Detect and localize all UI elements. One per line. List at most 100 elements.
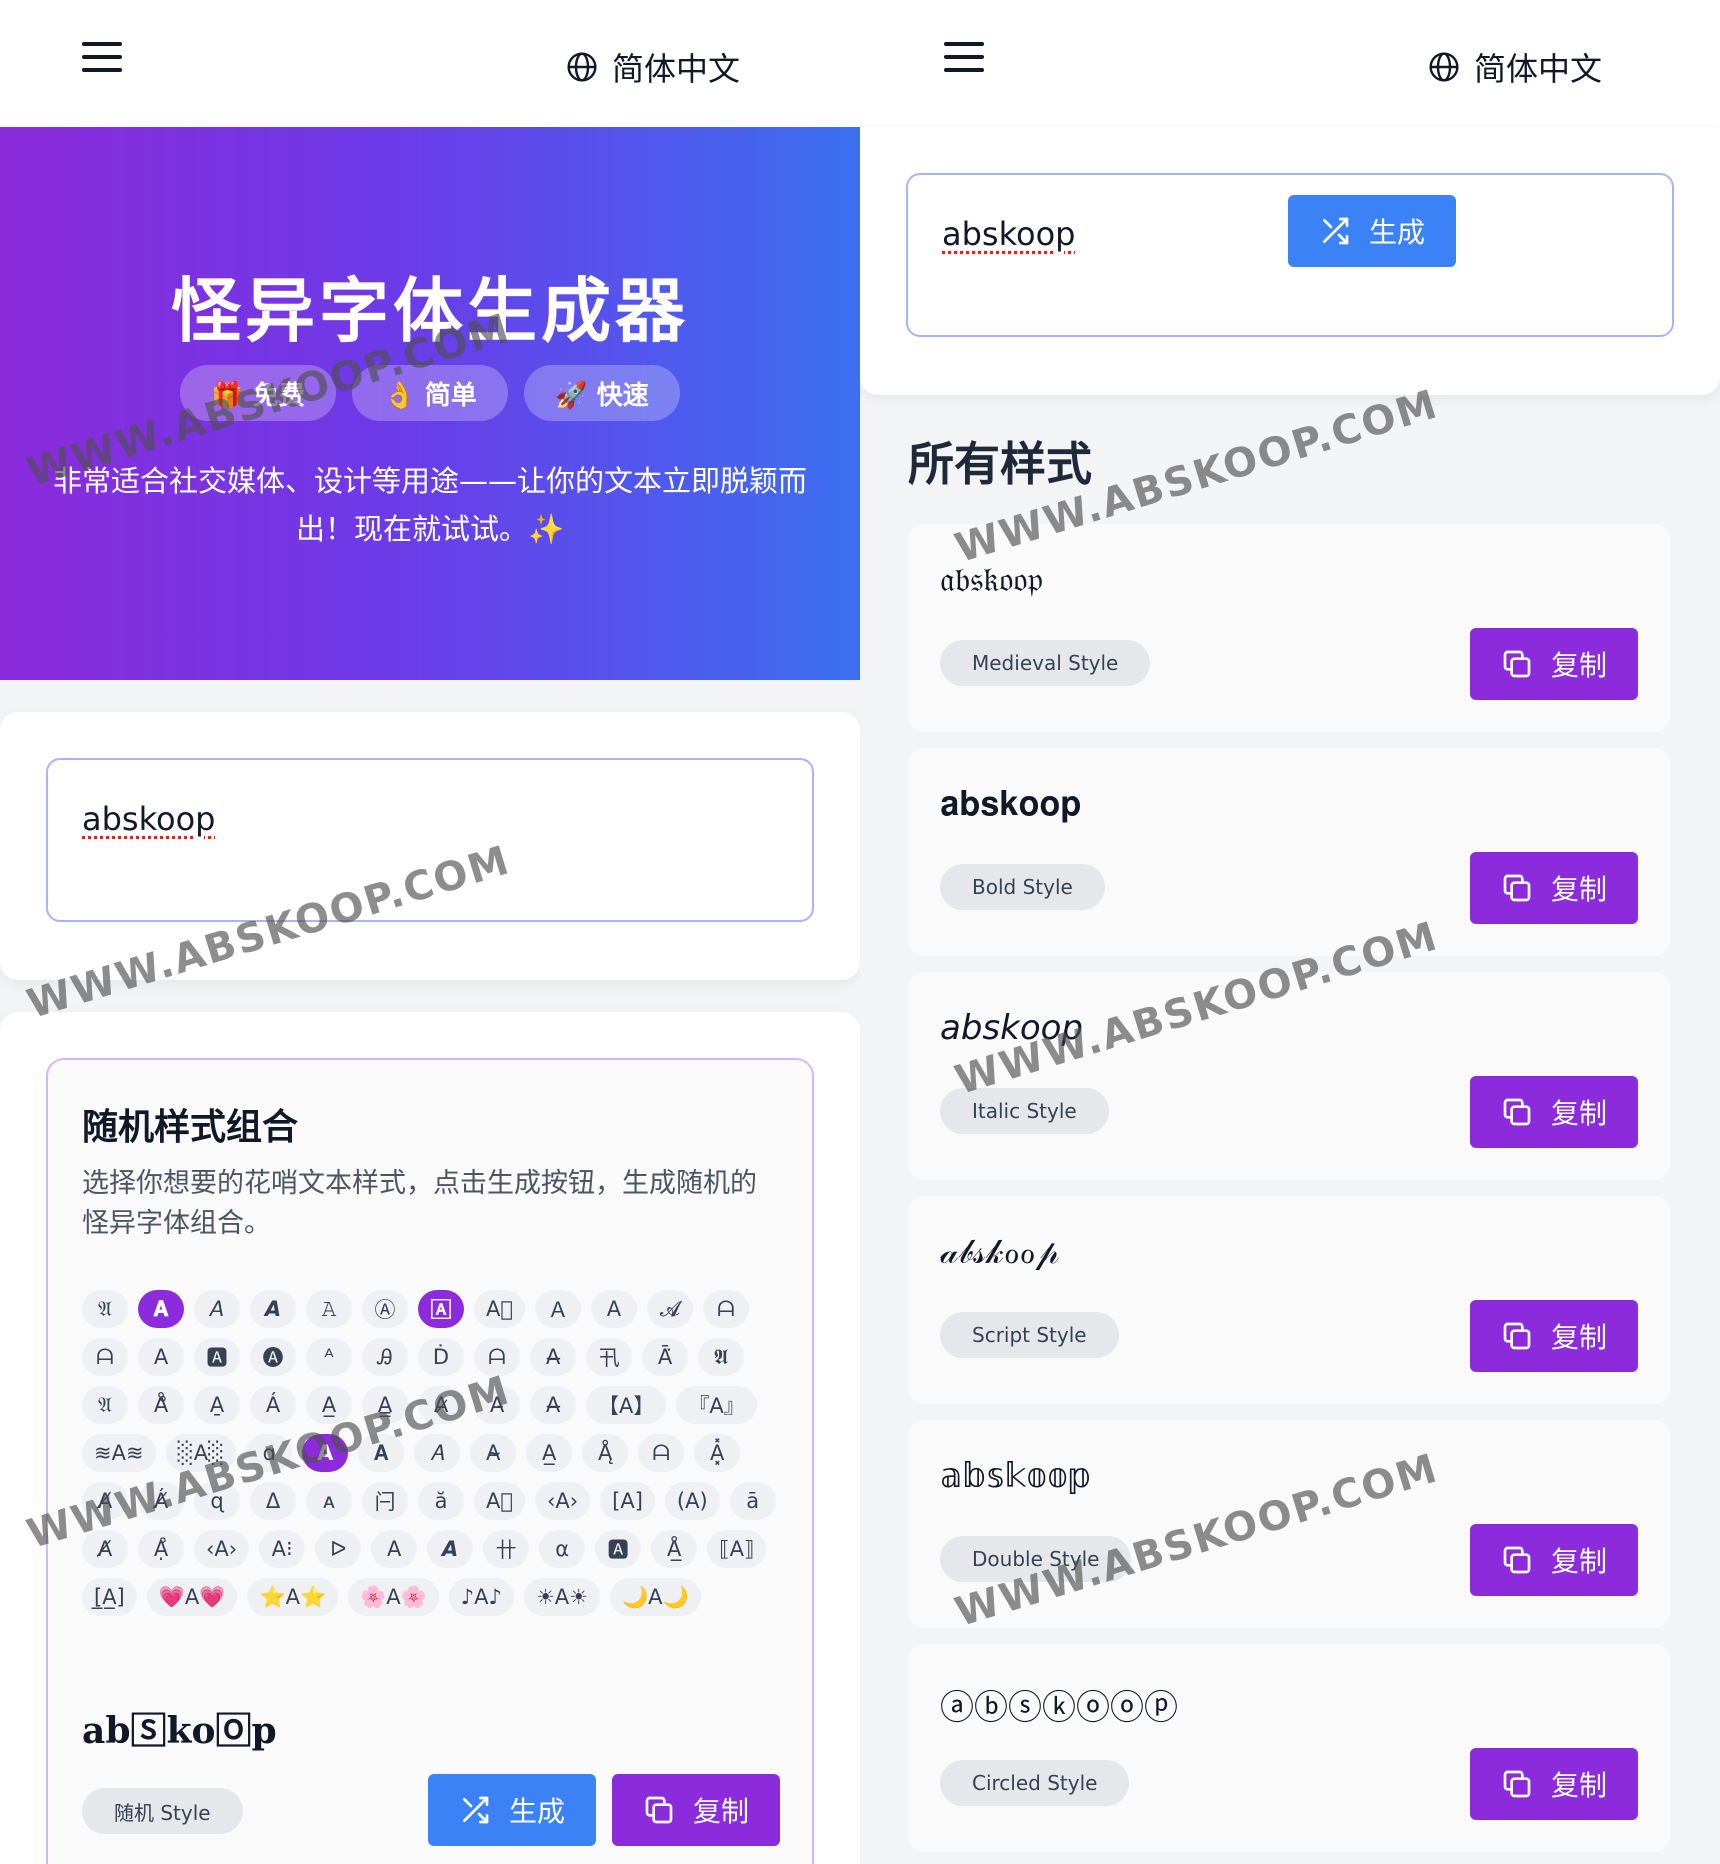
language-selector[interactable]: 简体中文 bbox=[1428, 44, 1602, 90]
copy-icon bbox=[1503, 1770, 1531, 1798]
style-chip[interactable]: Ⓐ bbox=[362, 1290, 408, 1328]
style-chip[interactable]: Á̸ bbox=[138, 1482, 184, 1520]
style-chip[interactable]: A̷ bbox=[418, 1386, 464, 1424]
style-chip[interactable]: ᗩ bbox=[702, 1290, 749, 1328]
copy-button[interactable]: 复制 bbox=[1470, 1076, 1638, 1148]
style-chip[interactable]: ░A░ bbox=[165, 1434, 237, 1472]
style-chip[interactable]: 𝔄 bbox=[82, 1386, 128, 1424]
style-chip[interactable]: ‹A› bbox=[534, 1482, 591, 1520]
style-chip[interactable]: ᴀ bbox=[306, 1482, 352, 1520]
hamburger-menu-icon[interactable] bbox=[944, 42, 986, 74]
style-chip[interactable]: [A] bbox=[600, 1482, 655, 1520]
style-chip[interactable]: Δ bbox=[250, 1482, 296, 1520]
generate-button[interactable]: 生成 bbox=[1288, 195, 1456, 267]
style-chip[interactable]: A̶ bbox=[530, 1386, 576, 1424]
style-chip[interactable]: 【A】 bbox=[586, 1386, 667, 1424]
copy-button[interactable]: 复制 bbox=[1470, 1748, 1638, 1820]
style-chip[interactable]: 𝓐 bbox=[646, 1290, 693, 1328]
style-chip[interactable]: A bbox=[371, 1530, 418, 1568]
style-chip[interactable]: α bbox=[539, 1530, 586, 1568]
style-chip[interactable]: ‹A› bbox=[194, 1530, 250, 1568]
random-style-section: 随机样式组合 选择你想要的花哨文本样式，点击生成按钮，生成随机的怪异字体组合。 … bbox=[46, 1058, 814, 1864]
style-chip[interactable]: ɑ bbox=[246, 1434, 293, 1472]
copy-button[interactable]: 复制 bbox=[1470, 1300, 1638, 1372]
style-chip[interactable]: ᗩ bbox=[638, 1434, 685, 1472]
style-chip[interactable]: A⁝ bbox=[259, 1530, 306, 1568]
style-chip[interactable]: A bbox=[138, 1338, 184, 1376]
style-chip[interactable]: Ａ bbox=[534, 1290, 581, 1328]
style-sample-text: 𝘢𝘣𝘴𝘬𝘰𝘰𝘱 bbox=[940, 1008, 1084, 1048]
style-chip[interactable]: A̵ bbox=[474, 1386, 520, 1424]
style-chip[interactable]: A͓̽ bbox=[694, 1434, 741, 1472]
style-chip[interactable]: Ḋ bbox=[418, 1338, 464, 1376]
style-chip[interactable]: A̴ bbox=[470, 1434, 517, 1472]
style-card: ⓐⓑⓢⓚⓞⓞⓟ Circled Style 复制 bbox=[908, 1644, 1670, 1852]
style-card: 𝘢𝘣𝘴𝘬𝘰𝘰𝘱 Italic Style 复制 bbox=[908, 972, 1670, 1180]
style-chip[interactable]: (A) bbox=[664, 1482, 720, 1520]
text-input[interactable]: abskoop bbox=[46, 758, 814, 922]
style-chip[interactable]: A⃨ bbox=[474, 1482, 525, 1520]
style-chip[interactable]: A̲ bbox=[526, 1434, 573, 1472]
style-chip[interactable]: 𝘈 bbox=[194, 1290, 240, 1328]
random-style-tag: 随机 Style bbox=[82, 1788, 243, 1834]
style-chip[interactable]: [̲A̲] bbox=[82, 1578, 137, 1616]
style-chip[interactable]: 𝘼 bbox=[427, 1530, 474, 1568]
style-chip[interactable]: 𝕬 bbox=[698, 1338, 744, 1376]
style-chip[interactable]: 🅐 bbox=[250, 1338, 296, 1376]
copy-button[interactable]: 复制 bbox=[1470, 1524, 1638, 1596]
style-chip[interactable]: ⟦A⟧ bbox=[707, 1530, 767, 1568]
shuffle-icon bbox=[1322, 217, 1349, 245]
language-selector[interactable]: 简体中文 bbox=[566, 44, 740, 90]
style-chip[interactable]: ᐅ bbox=[315, 1530, 362, 1568]
style-chip[interactable]: Ạ̊ bbox=[138, 1530, 184, 1568]
copy-button[interactable]: 复制 bbox=[1470, 628, 1638, 700]
style-chip[interactable]: ≋A≋ bbox=[82, 1434, 156, 1472]
style-chip[interactable]: 🌸A🌸 bbox=[348, 1578, 439, 1616]
style-chip[interactable]: 𝔄 bbox=[82, 1290, 128, 1328]
style-chip[interactable]: ă bbox=[418, 1482, 464, 1520]
hamburger-menu-icon[interactable] bbox=[82, 42, 124, 74]
style-chip[interactable]: A bbox=[302, 1434, 349, 1472]
generate-button[interactable]: 生成 bbox=[428, 1774, 596, 1846]
copy-button[interactable]: 复制 bbox=[1470, 852, 1638, 924]
style-chip[interactable]: 🅰 bbox=[595, 1530, 642, 1568]
style-chip[interactable]: ⭐A⭐ bbox=[247, 1578, 339, 1616]
style-chip[interactable]: A̸ bbox=[82, 1482, 128, 1520]
style-chip[interactable]: ᗩ bbox=[82, 1338, 128, 1376]
style-chip[interactable]: 『A』 bbox=[676, 1386, 757, 1424]
style-chip[interactable]: 卄 bbox=[483, 1530, 530, 1568]
style-chip[interactable]: 🄰 bbox=[418, 1290, 464, 1328]
style-chip[interactable]: 𝐀 bbox=[358, 1434, 405, 1472]
style-chip[interactable]: A⃞ bbox=[474, 1290, 525, 1328]
style-chip[interactable]: 💗A💗 bbox=[146, 1578, 238, 1616]
style-chip[interactable]: Ą̊ bbox=[582, 1434, 629, 1472]
random-section-title: 随机样式组合 bbox=[82, 1107, 299, 1148]
style-chip[interactable]: 𝘼 bbox=[250, 1290, 296, 1328]
style-chip[interactable]: 🌙A🌙 bbox=[609, 1578, 701, 1616]
style-chip[interactable]: 卂 bbox=[586, 1338, 632, 1376]
style-chip[interactable]: 𝙰 bbox=[306, 1290, 352, 1328]
style-chip[interactable]: Á bbox=[250, 1386, 296, 1424]
badge-free: 🎁 免费 bbox=[180, 365, 336, 421]
style-chip[interactable]: 🅰 bbox=[194, 1338, 240, 1376]
style-chip[interactable]: Ā̈ bbox=[642, 1338, 688, 1376]
style-chip[interactable]: 𝐴 bbox=[414, 1434, 461, 1472]
style-chip[interactable]: ɋ bbox=[194, 1482, 240, 1520]
style-chip[interactable]: A̸ bbox=[82, 1530, 128, 1568]
style-chip[interactable]: Å̊ bbox=[138, 1386, 184, 1424]
style-chip[interactable]: ᴬ bbox=[306, 1338, 352, 1376]
style-chip[interactable]: A̳ bbox=[362, 1386, 408, 1424]
style-chip[interactable]: Ꭿ bbox=[362, 1338, 408, 1376]
style-chip[interactable]: Å̲ bbox=[651, 1530, 698, 1568]
style-chip[interactable]: A̱ bbox=[194, 1386, 240, 1424]
copy-button[interactable]: 复制 bbox=[612, 1774, 780, 1846]
style-chip[interactable]: 𝖠 bbox=[590, 1290, 637, 1328]
style-chip[interactable]: 𝐀 bbox=[138, 1290, 184, 1328]
style-chip[interactable]: A̲ bbox=[306, 1386, 352, 1424]
style-chip[interactable]: ᗩ bbox=[474, 1338, 520, 1376]
style-chip[interactable]: ♪A♪ bbox=[448, 1578, 514, 1616]
style-chip[interactable]: A̶ bbox=[530, 1338, 576, 1376]
style-chip[interactable]: 闩 bbox=[362, 1482, 408, 1520]
style-chip[interactable]: ☀A☀ bbox=[523, 1578, 600, 1616]
style-chip[interactable]: ā bbox=[729, 1482, 776, 1520]
